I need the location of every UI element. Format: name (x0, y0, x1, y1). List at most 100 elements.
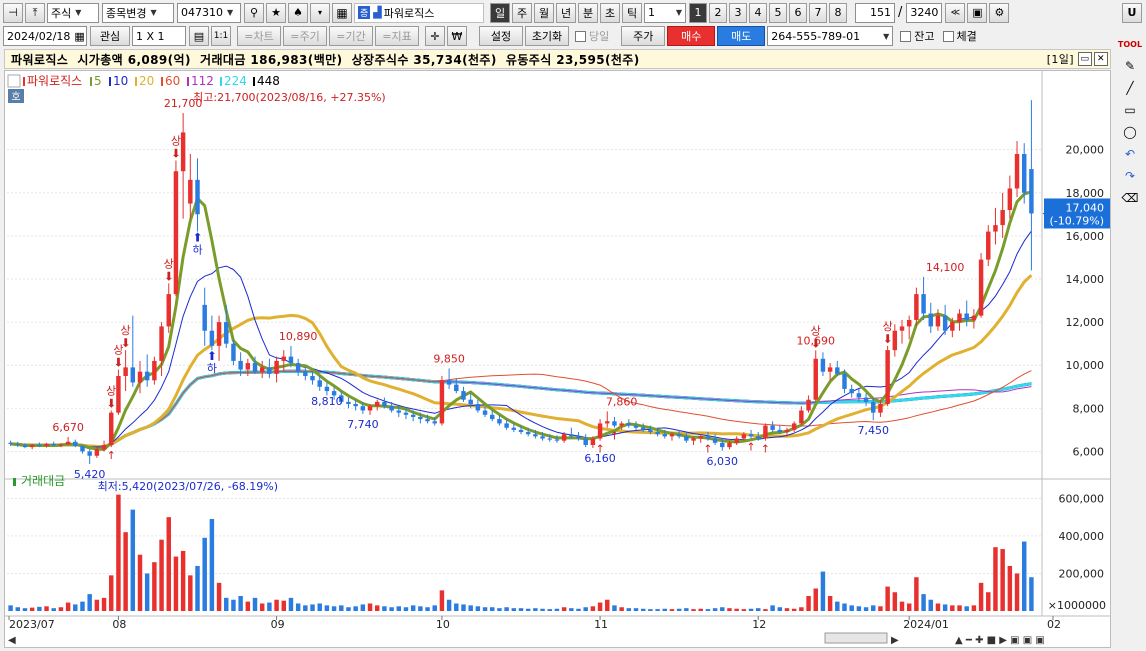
volume-tick-label: 400,000 (1059, 530, 1105, 543)
period-week[interactable]: 주 (512, 2, 532, 23)
search-icon[interactable]: ⚲ (244, 2, 264, 23)
volume-bar (619, 607, 624, 611)
watch-button[interactable]: 관심 (90, 26, 130, 46)
market-select[interactable]: 주식 ▼ (47, 2, 99, 23)
volume-tick-label: 200,000 (1059, 567, 1105, 580)
stock-info-text: 파워로직스 시가총액 6,089(억) 거래대금 186,983(백만) 상장주… (11, 52, 640, 67)
volume-bar (842, 603, 847, 611)
balance-label: 잔고 (914, 30, 935, 43)
stock-chart[interactable]: 6,6705,42021,70010,8908,8107,7409,8507,8… (5, 71, 1110, 647)
line-icon[interactable]: ╱ (1119, 78, 1141, 98)
volume-bar (58, 607, 64, 611)
stock-name-field[interactable]: 증 ▟ 파워로직스 (354, 2, 484, 23)
candle-body (144, 371, 150, 381)
arrow-up-icon: ↑ (595, 443, 604, 456)
today-checkbox[interactable]: 당일 (575, 28, 609, 44)
eraser-icon[interactable]: ⌫ (1119, 188, 1141, 208)
reset-button[interactable]: 초기화 (525, 26, 569, 46)
volume-bar (1021, 541, 1027, 611)
num-button-4[interactable]: 4 (749, 2, 767, 23)
rewind-icon[interactable]: ≪ (945, 2, 966, 23)
period-month[interactable]: 월 (534, 2, 554, 23)
gear-icon[interactable]: ⚙ (989, 2, 1010, 23)
volume-bar (259, 603, 265, 611)
one-one-button[interactable]: 1:1 (211, 26, 231, 46)
num-button-7[interactable]: 7 (809, 2, 827, 23)
candle-body (65, 441, 71, 445)
scroll-icon[interactable]: ▾ (310, 2, 330, 23)
won-button[interactable]: ₩ (447, 26, 467, 46)
candle-body (274, 360, 279, 374)
fill-checkbox[interactable]: 체결 (942, 28, 977, 44)
num-button-3[interactable]: 3 (729, 2, 747, 23)
candle-body (367, 406, 373, 411)
volume-bar (561, 607, 567, 611)
num-button-2[interactable]: 2 (709, 2, 727, 23)
balance-checkbox[interactable]: 잔고 (900, 28, 935, 44)
crosshair-icon[interactable]: ✛ (425, 26, 445, 46)
spade-icon[interactable]: ♠ (288, 2, 308, 23)
stock-type-icon: 증 (358, 6, 371, 19)
volume-bar (770, 605, 775, 611)
volume-bar (1007, 565, 1013, 611)
num-button-6[interactable]: 6 (789, 2, 807, 23)
circle-icon[interactable]: ◯ (1119, 122, 1141, 142)
account-select[interactable]: 264-555-789-01 ▼ (767, 26, 894, 46)
volume-bar (993, 547, 998, 611)
period-second[interactable]: 초 (600, 2, 620, 23)
calendar-icon[interactable]: ▦ (74, 30, 84, 43)
candle-body (576, 436, 581, 439)
pin-icon[interactable]: ⊣ (3, 2, 23, 23)
volume-bar (353, 606, 358, 611)
volume-unit: ×1000000 (1048, 599, 1106, 612)
star-icon[interactable]: ★ (266, 2, 286, 23)
save-icon[interactable]: ▣ (967, 2, 988, 23)
restore-icon[interactable]: ▭ (1078, 52, 1092, 66)
period-day[interactable]: 일 (490, 2, 510, 23)
rectangle-icon[interactable]: ▭ (1119, 100, 1141, 120)
ratio-field[interactable]: 1 X 1 (132, 26, 186, 46)
candle-body (784, 429, 790, 433)
indicator-button[interactable]: =지표 (375, 26, 419, 46)
buy-button[interactable]: 매수 (667, 26, 716, 46)
volume-bar (590, 606, 596, 611)
interval-select[interactable]: 1 ▼ (644, 2, 686, 23)
num-button-1[interactable]: 1 (689, 2, 707, 23)
code-input[interactable]: 047310 ▼ (177, 2, 241, 23)
legend-item: 파워로직스 (27, 74, 82, 88)
redo-icon[interactable]: ↷ (1119, 166, 1141, 186)
price-button[interactable]: 주가 (621, 26, 666, 46)
chart-button[interactable]: =차트 (237, 26, 281, 46)
volume-bar (101, 597, 107, 611)
top-icon[interactable]: ⤒ (25, 2, 45, 23)
account-value: 264-555-789-01 (771, 29, 861, 43)
candle-body (432, 421, 437, 424)
volume-bar (820, 571, 826, 611)
pen-icon[interactable]: ✎ (1119, 56, 1141, 76)
period-year[interactable]: 년 (556, 2, 576, 23)
num-button-5[interactable]: 5 (769, 2, 787, 23)
grid-icon[interactable]: ▦ (332, 2, 352, 23)
period-button[interactable]: =기간 (329, 26, 373, 46)
tool-icon[interactable]: TOOL (1118, 34, 1142, 54)
candle-body (720, 442, 725, 448)
chart-panel[interactable]: 6,670 5,420 21,700 10,890 8,810 7,740 9,850 7,8… (4, 70, 1111, 648)
close-icon[interactable]: ✕ (1094, 52, 1108, 66)
candle-body (109, 412, 114, 445)
sell-button[interactable]: 매도 (717, 26, 766, 46)
period-tick[interactable]: 틱 (622, 2, 642, 23)
date-input[interactable]: 2024/02/18 ▦ (3, 26, 87, 46)
num-button-8[interactable]: 8 (829, 2, 847, 23)
volume-bar (583, 607, 588, 611)
legend-item: 10 (113, 74, 128, 88)
candle-body (116, 376, 121, 413)
u-button[interactable]: U (1122, 2, 1142, 23)
period-minute[interactable]: 분 (578, 2, 598, 23)
table-icon[interactable]: ▤ (189, 26, 209, 46)
settings-button[interactable]: 설정 (479, 26, 523, 46)
change-stock-select[interactable]: 종목변경 ▼ (102, 2, 174, 23)
legend-item: 5 (94, 74, 102, 88)
count-input[interactable]: 151 (855, 2, 895, 23)
cycle-button[interactable]: =주기 (283, 26, 327, 46)
undo-icon[interactable]: ↶ (1119, 144, 1141, 164)
